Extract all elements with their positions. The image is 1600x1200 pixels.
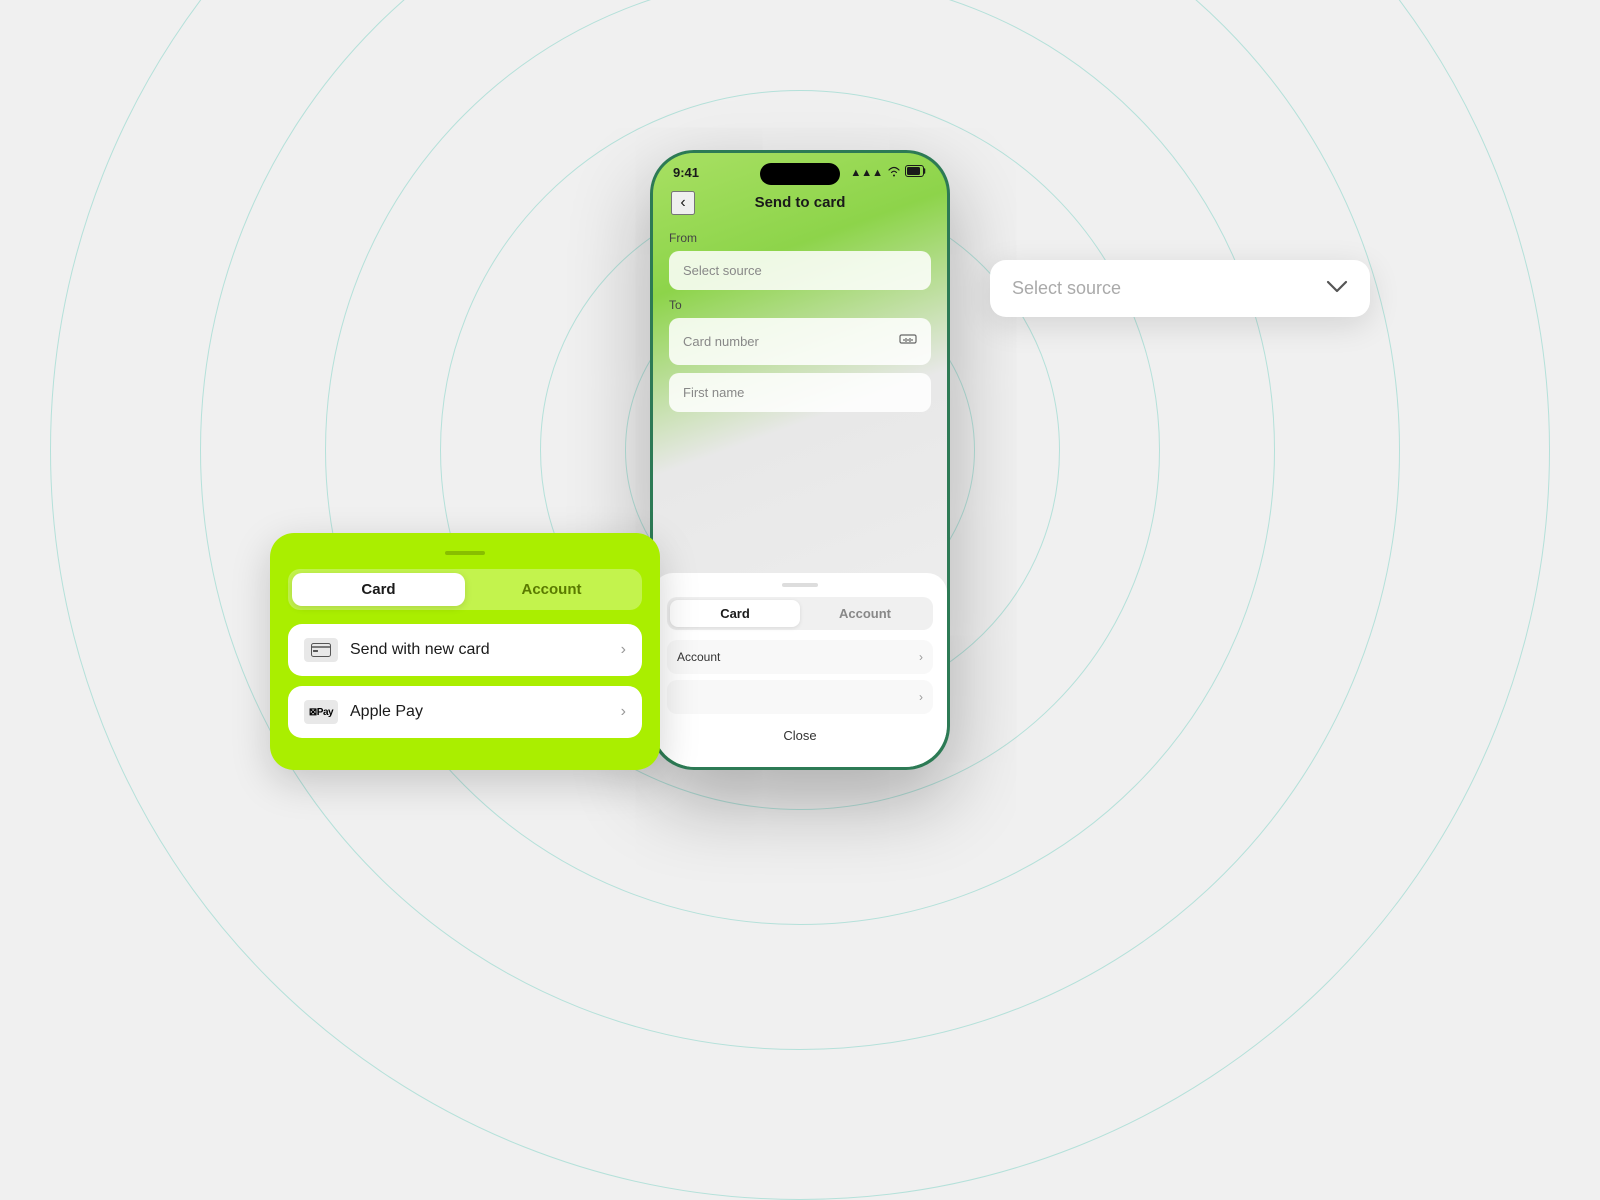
select-source-dropdown-text: Select source — [1012, 278, 1121, 299]
battery-icon — [905, 165, 927, 180]
phone-header: ‹ Send to card — [653, 186, 947, 223]
phone-title: Send to card — [755, 194, 846, 211]
back-icon: ‹ — [680, 194, 685, 212]
dropdown-chevron-icon — [1326, 278, 1348, 299]
send-new-card-label: Send with new card — [350, 641, 490, 659]
card-number-placeholder: Card number — [683, 334, 759, 349]
select-source-dropdown[interactable]: Select source — [990, 260, 1370, 317]
phone-mockup: 9:41 ▲▲▲ — [650, 150, 950, 770]
sheet-row-account[interactable]: Account › — [667, 640, 933, 674]
scan-icon[interactable] — [899, 330, 917, 353]
tab-card[interactable]: Card — [670, 600, 800, 627]
apple-pay-badge: ⊠Pay — [304, 704, 338, 721]
green-card-modal: Card Account Send with new card › — [270, 533, 660, 770]
apple-pay-left: ⊠Pay Apple Pay — [304, 700, 423, 724]
signal-icon: ▲▲▲ — [850, 167, 883, 179]
apple-pay-icon: ⊠Pay — [304, 700, 338, 724]
status-bar: 9:41 ▲▲▲ — [653, 153, 947, 186]
chevron-icon-2: › — [919, 690, 923, 704]
scene: 9:41 ▲▲▲ — [450, 100, 1150, 800]
select-source-input[interactable]: Select source — [669, 251, 931, 290]
back-button[interactable]: ‹ — [671, 191, 695, 215]
apple-pay-chevron: › — [621, 703, 626, 721]
card-number-input[interactable]: Card number — [669, 318, 931, 365]
green-tab-bar: Card Account — [288, 569, 642, 610]
status-icons: ▲▲▲ — [850, 165, 927, 180]
from-label: From — [669, 231, 931, 245]
status-time: 9:41 — [673, 165, 699, 180]
first-name-placeholder: First name — [683, 385, 744, 400]
green-tab-card[interactable]: Card — [292, 573, 465, 606]
send-new-card-left: Send with new card — [304, 638, 490, 662]
sheet-handle — [782, 583, 818, 587]
card-icon — [304, 638, 338, 662]
to-label: To — [669, 298, 931, 312]
close-button[interactable]: Close — [667, 720, 933, 751]
apple-pay-label: Apple Pay — [350, 703, 423, 721]
apple-pay-row[interactable]: ⊠Pay Apple Pay › — [288, 686, 642, 738]
phone-bottom-sheet: Card Account Account › › Close — [653, 573, 947, 767]
send-new-card-row[interactable]: Send with new card › — [288, 624, 642, 676]
tab-account[interactable]: Account — [800, 600, 930, 627]
dynamic-island — [760, 163, 840, 185]
first-name-input[interactable]: First name — [669, 373, 931, 412]
green-card-handle — [445, 551, 485, 555]
chevron-icon: › — [919, 650, 923, 664]
phone-form: From Select source To Card number — [653, 223, 947, 428]
select-source-placeholder: Select source — [683, 263, 762, 278]
phone-screen: 9:41 ▲▲▲ — [653, 153, 947, 767]
green-tab-account[interactable]: Account — [465, 573, 638, 606]
phone-tab-bar: Card Account — [667, 597, 933, 630]
send-new-card-chevron: › — [621, 641, 626, 659]
sheet-row-account-label: Account — [677, 650, 720, 664]
sheet-row-2[interactable]: › — [667, 680, 933, 714]
wifi-icon — [887, 166, 901, 180]
